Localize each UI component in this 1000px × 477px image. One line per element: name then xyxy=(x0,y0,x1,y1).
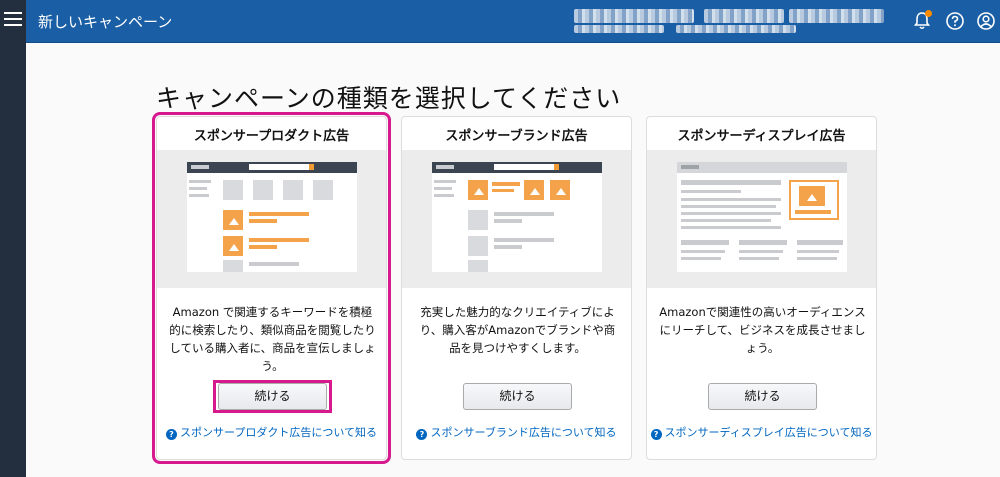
account-icon[interactable] xyxy=(976,11,996,31)
continue-button[interactable]: 続ける xyxy=(463,383,572,410)
left-rail xyxy=(0,0,26,477)
learn-more-label: スポンサープロダクト広告について知る xyxy=(179,426,377,439)
campaign-card-sponsored-products[interactable]: スポンサープロダクト広告 Amazon で関連するキーワードを積極的に検索したり… xyxy=(152,112,391,464)
top-header: 新しいキャンペーン xyxy=(26,0,1000,43)
notification-badge xyxy=(925,10,932,17)
campaign-card-sponsored-display[interactable]: スポンサーディスプレイ広告 Amazonで関連性の高いオーディエンスにリーチして… xyxy=(646,116,877,460)
card-description: 充実した魅力的なクリエイティブにより、購入客がAmazonでブランドや商品を見つ… xyxy=(419,305,616,355)
help-icon[interactable] xyxy=(945,11,965,31)
card-description: Amazonで関連性の高いオーディエンスにリーチして、ビジネスを成長させましょう… xyxy=(659,305,866,355)
card-description: Amazon で関連するキーワードを積極的に検索したり、類似商品を閲覧したりして… xyxy=(169,305,376,373)
card-title: スポンサーブランド広告 xyxy=(445,129,588,144)
campaign-card-sponsored-brands[interactable]: スポンサーブランド広告 充実した魅力的なクリエイティブにより、購入客がAmazo… xyxy=(401,116,632,460)
continue-button[interactable]: 続ける xyxy=(708,383,817,410)
main-content: キャンペーンの種類を選択してください スポンサープロダクト広告 Amazon で… xyxy=(26,43,1000,477)
question-circle-icon: ? xyxy=(416,429,428,440)
question-circle-icon: ? xyxy=(165,429,177,440)
learn-more-link[interactable]: ? スポンサーディスプレイ広告について知る xyxy=(647,424,876,440)
learn-more-link[interactable]: ? スポンサーブランド広告について知る xyxy=(402,424,631,440)
header-title: 新しいキャンペーン xyxy=(38,13,173,31)
card-title: スポンサープロダクト広告 xyxy=(193,129,350,144)
page-title: キャンペーンの種類を選択してください xyxy=(156,84,622,113)
continue-button[interactable]: 続ける xyxy=(218,383,327,410)
learn-more-label: スポンサーディスプレイ広告について知る xyxy=(664,426,873,439)
question-circle-icon: ? xyxy=(650,429,662,440)
card-preview-image xyxy=(647,150,876,288)
learn-more-link[interactable]: ? スポンサープロダクト広告について知る xyxy=(157,424,386,440)
bell-icon[interactable] xyxy=(912,10,932,31)
card-preview-image xyxy=(157,150,386,288)
card-preview-image xyxy=(402,150,631,288)
card-title: スポンサーディスプレイ広告 xyxy=(677,129,846,144)
learn-more-label: スポンサーブランド広告について知る xyxy=(430,426,617,439)
hamburger-menu-icon[interactable] xyxy=(4,12,22,28)
